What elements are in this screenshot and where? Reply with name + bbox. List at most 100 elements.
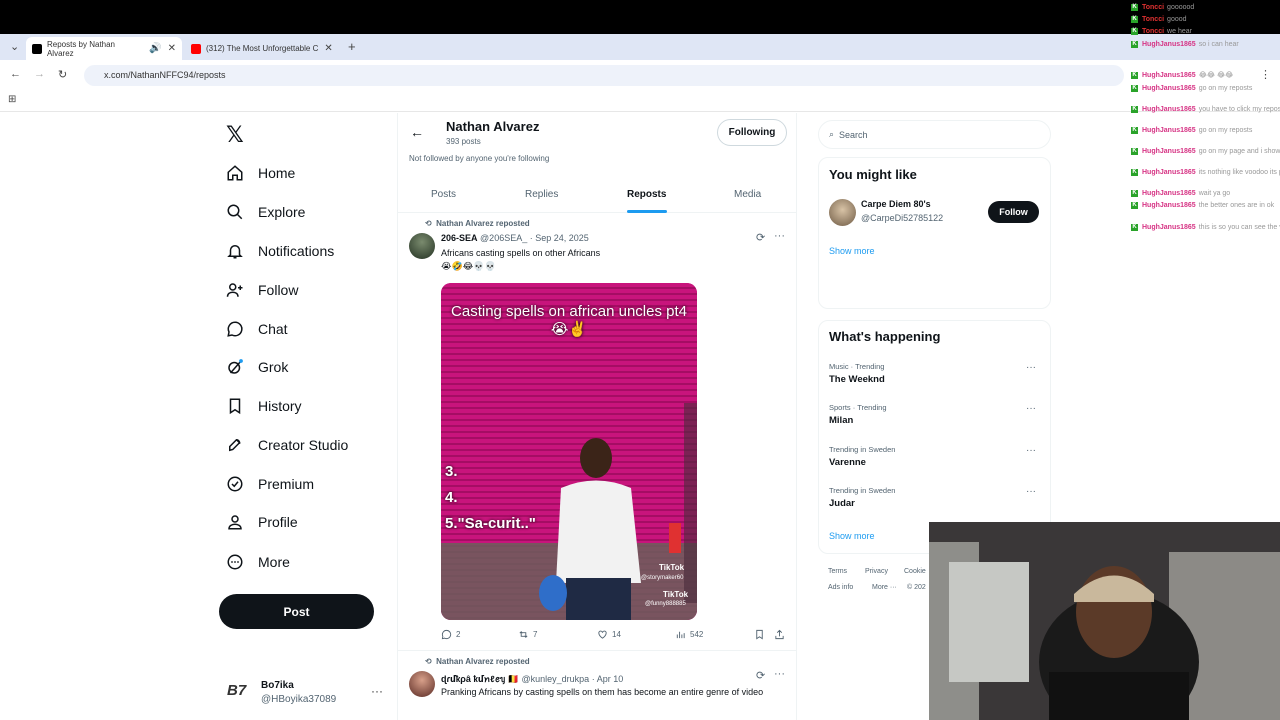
suggestion-name[interactable]: Carpe Diem 80's: [861, 199, 931, 209]
trend-name[interactable]: Varenne: [829, 457, 866, 468]
show-more-link[interactable]: Show more: [829, 246, 875, 256]
nav-notifications[interactable]: Notifications: [226, 239, 334, 263]
trend-more-icon[interactable]: ···: [1026, 403, 1036, 414]
share-action[interactable]: [774, 629, 789, 640]
tweet-more-icon[interactable]: ···: [774, 230, 785, 242]
like-action[interactable]: 14: [597, 629, 621, 640]
url-field[interactable]: x.com/NathanNFFC94/reposts: [84, 65, 1124, 86]
chat-username: HughJanus1865: [1142, 71, 1196, 79]
you-might-like-title: You might like: [829, 167, 917, 182]
nav-history[interactable]: History: [226, 394, 302, 418]
back-arrow-icon[interactable]: ←: [410, 124, 424, 140]
back-icon[interactable]: ←: [10, 68, 21, 80]
tweet-date[interactable]: Sep 24, 2025: [535, 233, 589, 243]
search-box[interactable]: ⌕ Search: [818, 120, 1051, 149]
apps-grid-icon[interactable]: ⊞: [8, 94, 16, 105]
footer-privacy[interactable]: Privacy: [865, 568, 888, 575]
account-switcher[interactable]: B7 Bo7ika @HBoyika37089 ···: [227, 678, 387, 710]
footer-terms[interactable]: Terms: [828, 568, 847, 575]
chat-username: HughJanus1865: [1142, 169, 1196, 176]
tweet-author[interactable]: ɖɾմҟρâ ҟմꪀℓꫀᥡ 🇧🇪: [441, 674, 519, 684]
grok-explain-icon[interactable]: ⟳: [756, 669, 765, 682]
tweet-more-icon[interactable]: ···: [774, 668, 785, 680]
chat-username: HughJanus1865: [1142, 85, 1196, 92]
tab-list-chevron-icon[interactable]: ⌄: [10, 40, 19, 53]
tab-close-icon[interactable]: ✕: [168, 43, 176, 54]
views-action[interactable]: 542: [675, 629, 703, 640]
nav-label: Grok: [258, 359, 289, 375]
footer-cookie[interactable]: Cookie: [904, 568, 926, 575]
repost-action[interactable]: 7: [518, 629, 537, 640]
tab-replies[interactable]: Replies: [525, 189, 558, 200]
active-tab-indicator: [627, 210, 667, 213]
tweet-date[interactable]: Apr 10: [597, 674, 624, 684]
chat-text: goood: [1167, 16, 1187, 23]
chat-badge-icon: K: [1131, 127, 1138, 134]
nav-more[interactable]: More: [226, 550, 290, 574]
following-button[interactable]: Following: [717, 119, 787, 146]
tweet-video[interactable]: Casting spells on african uncles pt4 😭✌️…: [441, 283, 697, 620]
post-button[interactable]: Post: [219, 594, 374, 629]
bookmark-icon: [756, 629, 763, 640]
trend-name[interactable]: The Weeknd: [829, 374, 885, 385]
follow-button[interactable]: Follow: [988, 201, 1039, 223]
tweet-avatar[interactable]: [409, 233, 435, 259]
bell-icon: [227, 245, 243, 259]
grok-explain-icon[interactable]: ⟳: [756, 231, 765, 244]
nav-follow[interactable]: Follow: [226, 278, 298, 302]
bookmark-action[interactable]: [754, 629, 769, 640]
nav-premium[interactable]: Premium: [226, 472, 314, 496]
nav-explore[interactable]: Explore: [226, 200, 305, 224]
speaker-icon[interactable]: 🔊: [149, 43, 161, 54]
chat-text: go on my reposts: [1198, 127, 1253, 134]
share-icon: [775, 629, 784, 640]
trend-more-icon[interactable]: ···: [1026, 362, 1036, 373]
tab-media[interactable]: Media: [734, 189, 761, 200]
chat-username: HughJanus1865: [1142, 223, 1196, 231]
tweet-handle[interactable]: @kunley_drukpa: [522, 674, 590, 684]
chat-badge-icon: K: [1131, 71, 1138, 79]
nav-grok[interactable]: Grok: [226, 355, 288, 379]
nav-home[interactable]: Home: [226, 161, 295, 185]
avatar: B7: [227, 682, 247, 699]
tweet-emoji: 😭🤣😂💀💀: [441, 261, 496, 271]
trend-name[interactable]: Milan: [829, 415, 853, 426]
new-tab-icon[interactable]: +: [348, 39, 356, 54]
chat-text: go on my page and i show you: [1198, 148, 1280, 155]
chat-badge-icon: K: [1131, 4, 1138, 11]
followed-by-text: Not followed by anyone you're following: [409, 154, 550, 163]
tweet-avatar[interactable]: [409, 671, 435, 697]
chat-icon: [227, 321, 243, 337]
tweet-author[interactable]: 206-SEA: [441, 233, 478, 243]
tweet-handle[interactable]: @206SEA_: [480, 233, 527, 243]
tab-close-icon[interactable]: ✕: [324, 43, 332, 54]
trend-category: Music · Trending: [829, 362, 885, 371]
trend-category: Trending in Sweden: [829, 486, 896, 495]
browser-tab-youtube[interactable]: (312) The Most Unforgettable C ✕: [185, 37, 341, 60]
repost-small-icon: ⟲: [425, 657, 432, 666]
chat-text: its nothing like voodoo its pranks its f…: [1198, 169, 1280, 176]
suggestion-handle: @CarpeDi52785122: [861, 213, 944, 223]
suggestion-avatar[interactable]: [829, 199, 856, 226]
x-logo[interactable]: 𝕏: [226, 122, 244, 148]
verified-icon: [227, 476, 243, 492]
show-more-link[interactable]: Show more: [829, 531, 875, 541]
tab-posts[interactable]: Posts: [431, 189, 456, 200]
nav-creator-studio[interactable]: Creator Studio: [226, 433, 348, 457]
browser-tab-reposts[interactable]: Reposts by Nathan Alvarez 🔊 ✕: [26, 37, 182, 60]
footer-ads-info[interactable]: Ads info: [828, 584, 853, 591]
reply-action[interactable]: 2: [441, 629, 460, 640]
chat-badge-icon: K: [1131, 106, 1138, 113]
trend-name[interactable]: Judar: [829, 498, 855, 509]
nav-profile[interactable]: Profile: [226, 510, 298, 534]
trend-more-icon[interactable]: ···: [1026, 486, 1036, 497]
reload-icon[interactable]: ↻: [58, 68, 67, 81]
trend-more-icon[interactable]: ···: [1026, 445, 1036, 456]
chat-badge-icon: K: [1131, 169, 1138, 176]
footer-more[interactable]: More ···: [872, 584, 897, 591]
forward-icon[interactable]: →: [34, 68, 45, 80]
tab-reposts[interactable]: Reposts: [627, 189, 666, 200]
nav-chat[interactable]: Chat: [226, 317, 288, 341]
browser-menu-icon[interactable]: ⋮: [1260, 68, 1271, 81]
account-more-icon[interactable]: ···: [371, 684, 383, 698]
